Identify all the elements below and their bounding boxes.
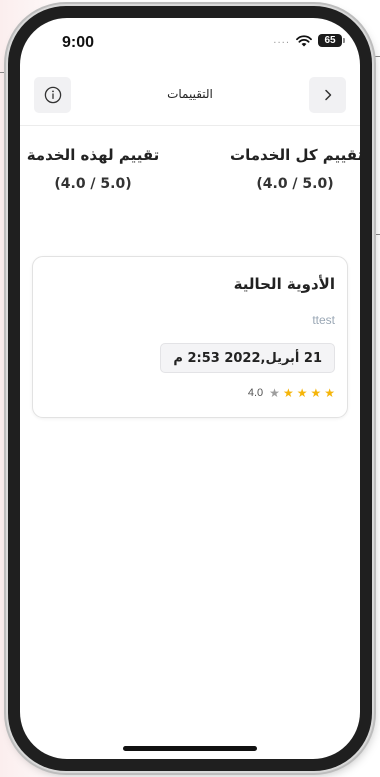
this-service-label: تقييم لهذه الخدمة: [26, 146, 160, 164]
star-filled-icon: ★: [282, 386, 294, 400]
star-rating: 4.0 ★ ★ ★ ★ ★: [248, 387, 335, 399]
review-card[interactable]: الأدوية الحالية ttest 21 أبريل,2022 2:53…: [32, 256, 348, 418]
phone-frame: 9:00 .... 65 التقييمات تقييم لهذه الخدمة…: [8, 6, 372, 771]
chevron-right-icon: [324, 89, 331, 101]
rating-value: 4.0: [247, 387, 264, 399]
this-service-score: (4.0 / 5.0): [54, 176, 132, 192]
callout-line-right-top: [374, 56, 380, 57]
callout-line-right-mid: [374, 234, 380, 235]
review-subtitle: ttest: [312, 313, 335, 327]
ratings-summary: تقييم لهذه الخدمة (4.0 / 5.0) تقييم كل ا…: [20, 146, 360, 206]
signal-dots: ....: [273, 35, 290, 46]
star-filled-icon: ★: [310, 386, 322, 400]
all-services-rating: تقييم كل الخدمات (4.0 / 5.0): [230, 146, 360, 192]
home-indicator[interactable]: [123, 746, 257, 751]
all-services-score: (4.0 / 5.0): [256, 176, 334, 192]
review-title: الأدوية الحالية: [233, 275, 335, 293]
nav-bar: التقييمات: [20, 77, 360, 113]
star-filled-icon: ★: [324, 386, 335, 400]
battery-icon: 65: [318, 34, 345, 47]
this-service-rating: تقييم لهذه الخدمة (4.0 / 5.0): [20, 146, 168, 192]
star-filled-icon: ★: [296, 386, 308, 400]
review-date: 21 أبريل,2022 2:53 م: [160, 343, 335, 373]
back-button[interactable]: [309, 77, 346, 113]
wifi-icon: [296, 34, 312, 46]
all-services-label: تقييم كل الخدمات: [230, 146, 360, 164]
status-bar: 9:00 .... 65: [20, 18, 360, 62]
phone-screen: 9:00 .... 65 التقييمات تقييم لهذه الخدمة…: [20, 18, 360, 759]
status-time: 9:00: [62, 34, 95, 51]
nav-divider: [20, 125, 360, 126]
status-icons: .... 65: [273, 34, 345, 47]
star-empty-icon: ★: [269, 386, 280, 400]
